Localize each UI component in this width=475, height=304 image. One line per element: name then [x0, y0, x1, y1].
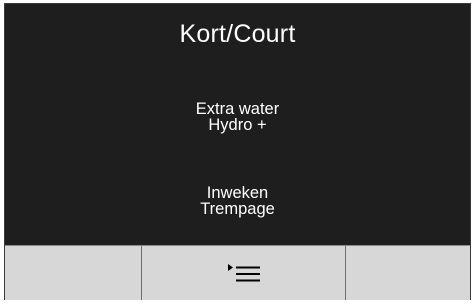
- option-extra-water[interactable]: Extra water Hydro +: [5, 100, 470, 134]
- option-label-secondary: Hydro +: [208, 116, 267, 134]
- option-label-secondary: Trempage: [200, 200, 275, 218]
- right-soft-button[interactable]: [346, 246, 470, 300]
- option-soak[interactable]: Inweken Trempage: [5, 184, 470, 218]
- display-screen: Kort/Court Extra water Hydro + Inweken T…: [4, 3, 471, 300]
- program-title: Kort/Court: [179, 20, 296, 48]
- left-soft-button[interactable]: [5, 246, 142, 300]
- option-label-primary: Inweken: [206, 184, 269, 202]
- menu-list-icon: [227, 264, 260, 282]
- menu-button[interactable]: [142, 246, 346, 300]
- soft-button-bar: [5, 245, 470, 300]
- option-label-primary: Extra water: [195, 100, 280, 118]
